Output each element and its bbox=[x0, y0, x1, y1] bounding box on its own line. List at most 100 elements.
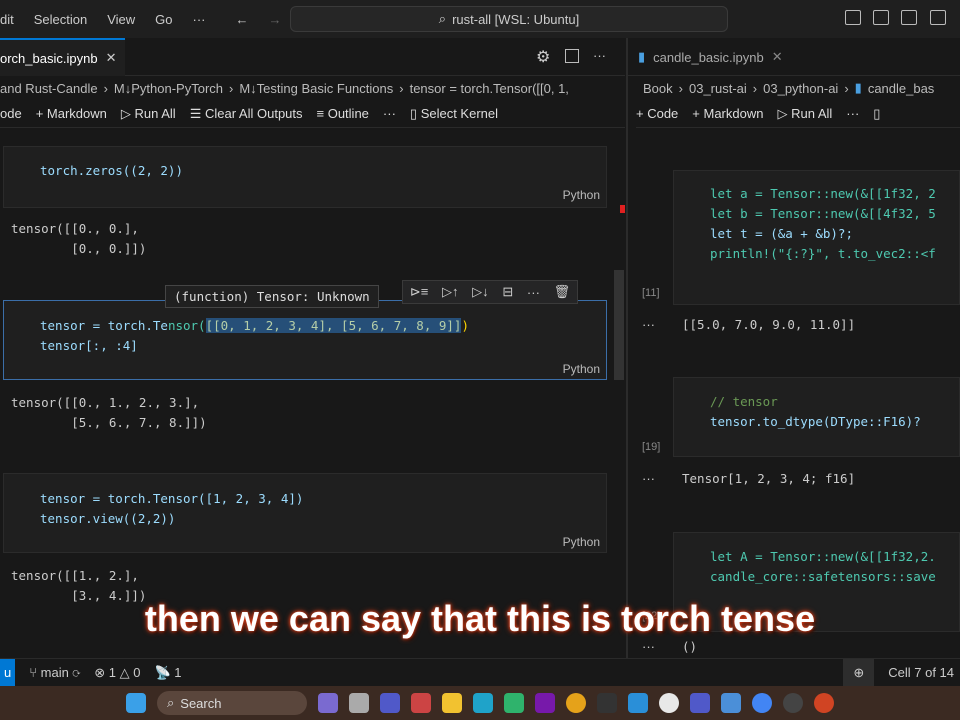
menu-selection[interactable]: Selection bbox=[24, 12, 97, 27]
powerpoint-icon[interactable] bbox=[814, 693, 834, 713]
menu-view[interactable]: View bbox=[97, 12, 145, 27]
obs-icon[interactable] bbox=[783, 693, 803, 713]
breadcrumb-item[interactable]: M↓Testing Basic Functions bbox=[239, 81, 393, 96]
problems-button[interactable]: ⊗ 1 △ 0 bbox=[94, 665, 140, 681]
breadcrumb-item[interactable]: Book bbox=[643, 81, 673, 96]
kernel-icon[interactable]: ▯ bbox=[873, 106, 880, 122]
branch-button[interactable]: ⑂ main ⟳ bbox=[29, 665, 80, 680]
clear-outputs-button[interactable]: ☰ Clear All Outputs bbox=[190, 106, 303, 122]
toggle-primary-sidebar-icon[interactable] bbox=[845, 10, 861, 25]
editor-divider[interactable] bbox=[626, 38, 628, 658]
cell-language[interactable]: Python bbox=[563, 362, 600, 376]
breadcrumb: Book › 03_rust-ai › 03_python-ai › ▮ candle_… bbox=[643, 80, 935, 96]
menu-more[interactable]: ··· bbox=[183, 12, 216, 27]
code-text: tensor[:, :4] bbox=[40, 338, 138, 353]
cell-language[interactable]: Python bbox=[563, 188, 600, 202]
code-line: candle_core::safetensors::save bbox=[710, 569, 936, 584]
code-cell[interactable]: torch.zeros((2, 2)) Python bbox=[3, 146, 607, 208]
tab-torch-basic[interactable]: orch_basic.ipynb ✕ bbox=[0, 38, 125, 76]
cell-code[interactable]: tensor = torch.Tensor([[0, 1, 2, 3, 4], … bbox=[40, 316, 469, 356]
teams-icon[interactable] bbox=[690, 693, 710, 713]
tab-candle-basic[interactable]: ▮ candle_basic.ipynb ✕ bbox=[628, 38, 808, 76]
chrome-icon[interactable] bbox=[752, 693, 772, 713]
scrollbar[interactable] bbox=[614, 270, 624, 380]
run-above-icon[interactable]: ▷↑ bbox=[442, 284, 459, 300]
add-markdown-button[interactable]: + Markdown bbox=[36, 106, 107, 121]
output-more-icon[interactable]: ··· bbox=[642, 639, 655, 654]
outline-button[interactable]: ≡ Outline bbox=[317, 106, 369, 121]
tool-icon[interactable] bbox=[721, 693, 741, 713]
cell-code[interactable]: let a = Tensor::new(&[[1f32, 2 let b = Te… bbox=[710, 184, 936, 264]
ports-button[interactable]: 📡 1 bbox=[154, 665, 181, 681]
code-comment: // tensor bbox=[710, 394, 778, 409]
cell-code[interactable]: // tensor tensor.to_dtype(DType::F16)? bbox=[710, 392, 921, 432]
windows-start-icon[interactable] bbox=[126, 693, 146, 713]
breadcrumb-item[interactable]: 03_rust-ai bbox=[689, 81, 747, 96]
cell-output: Tensor[1, 2, 3, 4; f16] bbox=[682, 471, 856, 486]
vscode-icon[interactable] bbox=[628, 693, 648, 713]
more-icon[interactable]: ··· bbox=[846, 106, 859, 121]
menu-edit[interactable]: dit bbox=[0, 12, 24, 27]
cell-code[interactable]: tensor = torch.Tensor([1, 2, 3, 4]) tenso… bbox=[40, 489, 303, 529]
cell-code[interactable]: let A = Tensor::new(&[[1f32,2. candle_cor… bbox=[710, 547, 936, 587]
search-icon: ⌕ bbox=[438, 11, 447, 26]
breadcrumb-item[interactable]: 03_python-ai bbox=[763, 81, 838, 96]
warning-count: 0 bbox=[133, 664, 141, 680]
command-center-search[interactable]: ⌕ rust-all [WSL: Ubuntu] bbox=[290, 6, 728, 32]
add-code-button[interactable]: ode bbox=[0, 106, 22, 121]
forward-arrow-icon[interactable]: → bbox=[259, 12, 292, 27]
code-cell[interactable]: let a = Tensor::new(&[[1f32, 2 let b = Te… bbox=[673, 170, 960, 305]
zoom-icon[interactable]: ⊕ bbox=[843, 658, 875, 687]
recorder-icon[interactable] bbox=[411, 693, 431, 713]
menu-go[interactable]: Go bbox=[145, 12, 182, 27]
gear-icon[interactable]: ⚙ bbox=[536, 47, 550, 67]
breadcrumb-item[interactable]: M↓Python-PyTorch bbox=[114, 81, 223, 96]
cell-code[interactable]: torch.zeros((2, 2)) bbox=[40, 163, 183, 178]
copilot-icon[interactable] bbox=[318, 693, 338, 713]
close-icon[interactable]: ✕ bbox=[772, 49, 783, 65]
code-cell[interactable]: // tensor tensor.to_dtype(DType::F16)? bbox=[673, 377, 960, 457]
execute-above-icon[interactable]: ⊳≡ bbox=[410, 284, 428, 300]
taskbar-search[interactable]: ⌕ Search bbox=[157, 691, 307, 715]
code-cell[interactable]: tensor = torch.Tensor([1, 2, 3, 4]) tenso… bbox=[3, 473, 607, 553]
output-more-icon[interactable]: ··· bbox=[642, 471, 655, 486]
run-all-button[interactable]: ▷ Run All bbox=[777, 106, 832, 122]
terminal-icon[interactable] bbox=[597, 693, 617, 713]
more-actions-icon[interactable]: ··· bbox=[593, 48, 606, 63]
cell-indicator[interactable]: Cell 7 of 14 bbox=[888, 665, 954, 680]
back-arrow-icon[interactable]: ← bbox=[226, 12, 259, 27]
code-line: let a = Tensor::new(&[[1f32, 2 bbox=[710, 186, 936, 201]
edge-icon[interactable] bbox=[473, 693, 493, 713]
toggle-panel-icon[interactable] bbox=[873, 10, 889, 25]
split-editor-icon[interactable] bbox=[565, 49, 579, 63]
slack-icon[interactable] bbox=[659, 693, 679, 713]
toggle-secondary-sidebar-icon[interactable] bbox=[901, 10, 917, 25]
breadcrumb-item[interactable]: and Rust-Candle bbox=[0, 81, 98, 96]
app-icon[interactable] bbox=[349, 693, 369, 713]
file-explorer-icon[interactable] bbox=[442, 693, 462, 713]
clear-outputs-label: Clear All Outputs bbox=[204, 105, 303, 121]
select-kernel-button[interactable]: ▯ Select Kernel bbox=[410, 106, 498, 122]
edge-dev-icon[interactable] bbox=[504, 693, 524, 713]
chrome-icon[interactable] bbox=[566, 693, 586, 713]
cell-language[interactable]: Python bbox=[563, 535, 600, 549]
remote-indicator[interactable]: u bbox=[0, 658, 16, 687]
onenote-icon[interactable] bbox=[535, 693, 555, 713]
more-icon[interactable]: ··· bbox=[383, 106, 396, 121]
more-icon[interactable]: ··· bbox=[527, 285, 540, 300]
breadcrumb-item[interactable]: tensor = torch.Tensor([[0, 1, bbox=[410, 81, 569, 96]
run-all-button[interactable]: ▷ Run All bbox=[121, 106, 176, 122]
output-more-icon[interactable]: ··· bbox=[642, 317, 655, 332]
add-markdown-button[interactable]: + Markdown bbox=[692, 106, 763, 121]
breadcrumb-item[interactable]: candle_bas bbox=[868, 81, 935, 96]
code-cell-selected[interactable]: tensor = torch.Tensor([[0, 1, 2, 3, 4], … bbox=[3, 300, 607, 380]
trash-icon[interactable]: 🗑 bbox=[554, 284, 571, 300]
add-code-button[interactable]: + Code bbox=[636, 106, 678, 121]
teams-icon[interactable] bbox=[380, 693, 400, 713]
cell-output: [[5.0, 7.0, 9.0, 11.0]] bbox=[682, 317, 856, 332]
cell-output: tensor([[0., 1., 2., 3.], [5., 6., 7., 8… bbox=[11, 395, 207, 430]
run-below-icon[interactable]: ▷↓ bbox=[472, 284, 489, 300]
customize-layout-icon[interactable] bbox=[930, 10, 946, 25]
split-cell-icon[interactable]: ⊟ bbox=[502, 284, 513, 300]
close-icon[interactable]: ✕ bbox=[106, 50, 117, 66]
